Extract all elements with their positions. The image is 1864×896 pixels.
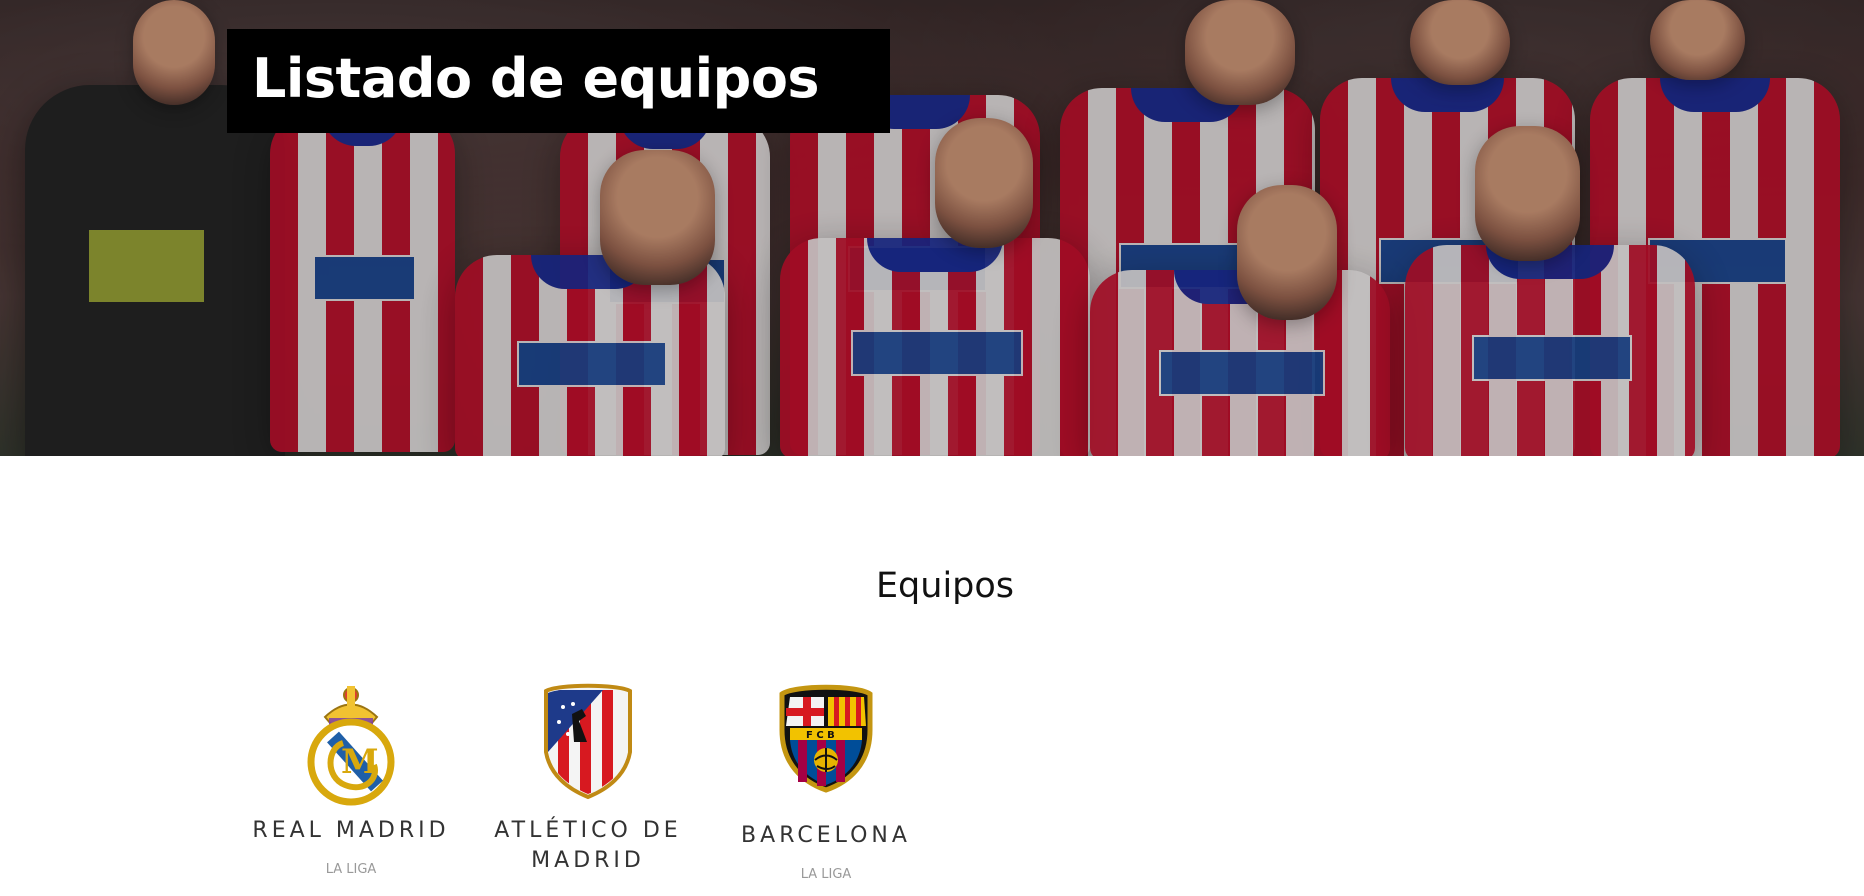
team-card-real-madrid[interactable]: M REAL MADRID LA LIGA [251, 682, 451, 877]
team-league: LA LIGA [325, 862, 377, 877]
page-title: Listado de equipos [252, 47, 820, 110]
hero-banner: Listado de equipos [0, 0, 1864, 456]
team-name: ATLÉTICO DE MADRID [494, 818, 682, 873]
team-name: BARCELONA [741, 823, 911, 848]
barcelona-crest-icon: F C B [779, 684, 873, 793]
team-logo: F C B [726, 682, 926, 812]
team-logo [488, 682, 688, 812]
section-title: Equipos [875, 566, 1015, 606]
team-name: REAL MADRID [252, 818, 450, 843]
team-logo: M [251, 682, 451, 812]
atletico-madrid-crest-icon [544, 683, 632, 800]
team-card-atletico-madrid[interactable]: ATLÉTICO DE MADRID [488, 682, 688, 892]
team-league: LA LIGA [800, 867, 852, 882]
svg-text:F C B: F C B [806, 730, 835, 741]
svg-text:M: M [341, 742, 379, 782]
team-card-barcelona[interactable]: F C B BARCELONA LA LIGA [726, 682, 926, 882]
page-title-box: Listado de equipos [227, 29, 890, 133]
real-madrid-crest-icon: M [307, 686, 395, 806]
